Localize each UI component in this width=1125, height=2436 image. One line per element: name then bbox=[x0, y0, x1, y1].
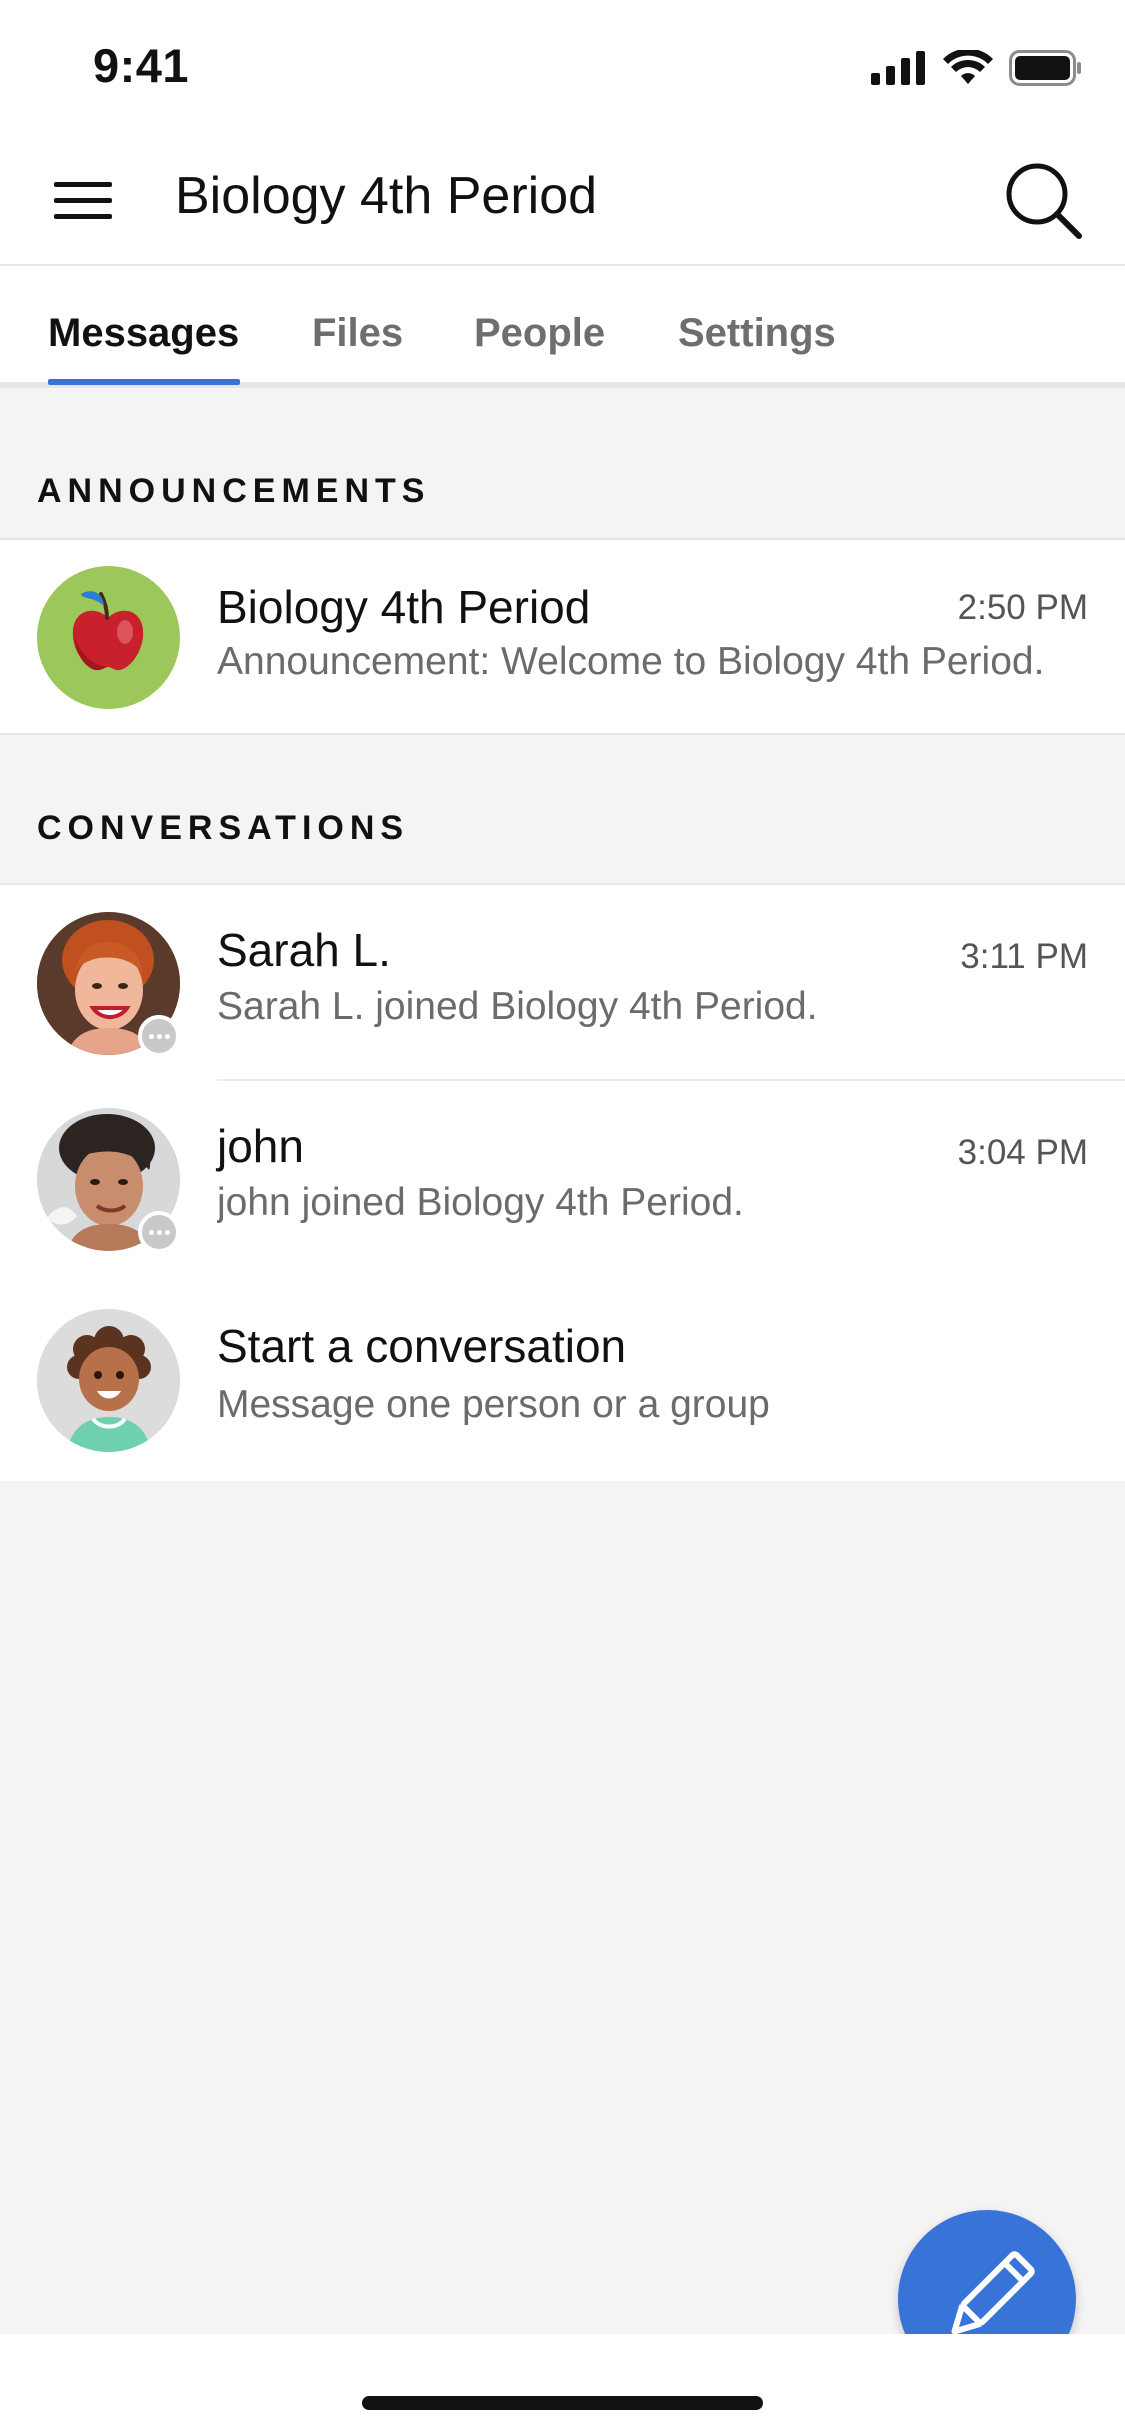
conversation-title: john bbox=[217, 1120, 304, 1172]
wifi-icon bbox=[943, 50, 993, 84]
announcement-row[interactable]: Biology 4th Period 2:50 PM Announcement:… bbox=[0, 540, 1125, 735]
start-conversation-avatar bbox=[37, 1309, 180, 1452]
conversation-time: 3:04 PM bbox=[957, 1133, 1088, 1172]
cellular-signal-icon bbox=[871, 51, 925, 85]
status-icons bbox=[871, 48, 1083, 88]
announcement-avatar bbox=[37, 566, 180, 709]
tab-messages[interactable]: Messages bbox=[48, 311, 239, 356]
start-conversation-title: Start a conversation bbox=[217, 1320, 627, 1372]
hamburger-menu-icon bbox=[54, 214, 112, 219]
announcement-time: 2:50 PM bbox=[957, 588, 1088, 627]
search-button[interactable] bbox=[1001, 158, 1085, 242]
home-indicator[interactable] bbox=[362, 2396, 763, 2410]
active-tab-indicator bbox=[48, 379, 240, 385]
conversation-row[interactable]: Sarah L. 3:11 PM Sarah L. joined Biology… bbox=[0, 885, 1125, 1081]
conversation-preview: john joined Biology 4th Period. bbox=[217, 1181, 744, 1224]
menu-button[interactable] bbox=[50, 172, 120, 228]
battery-icon bbox=[1009, 50, 1081, 86]
search-icon bbox=[1006, 163, 1082, 239]
conversation-time: 3:11 PM bbox=[960, 937, 1088, 976]
tab-settings[interactable]: Settings bbox=[678, 311, 836, 356]
start-conversation-row[interactable]: Start a conversation Message one person … bbox=[0, 1279, 1125, 1481]
conversations-section-header: CONVERSATIONS bbox=[0, 737, 1125, 885]
hamburger-menu-icon bbox=[54, 182, 112, 187]
conversation-preview: Sarah L. joined Biology 4th Period. bbox=[217, 985, 818, 1028]
presence-badge-icon bbox=[138, 1015, 180, 1057]
tab-bar: Messages Files People Settings bbox=[0, 266, 1125, 388]
conversations-header-label: CONVERSATIONS bbox=[37, 809, 410, 847]
home-indicator-area bbox=[0, 2334, 1125, 2436]
start-conversation-subtitle: Message one person or a group bbox=[217, 1383, 770, 1426]
page-title: Biology 4th Period bbox=[175, 167, 598, 225]
status-bar: 9:41 bbox=[0, 0, 1125, 132]
announcement-title: Biology 4th Period bbox=[217, 581, 591, 633]
person-avatar-icon bbox=[37, 1309, 180, 1452]
announcement-preview: Announcement: Welcome to Biology 4th Per… bbox=[217, 640, 1045, 683]
apple-icon bbox=[72, 591, 144, 671]
tab-files[interactable]: Files bbox=[312, 311, 403, 356]
app-header: Biology 4th Period bbox=[0, 132, 1125, 266]
announcements-section-header: ANNOUNCEMENTS bbox=[0, 392, 1125, 540]
conversation-title: Sarah L. bbox=[217, 924, 391, 976]
presence-badge-icon bbox=[138, 1211, 180, 1253]
announcements-header-label: ANNOUNCEMENTS bbox=[37, 472, 431, 510]
status-time: 9:41 bbox=[93, 39, 190, 92]
hamburger-menu-icon bbox=[54, 198, 112, 203]
tab-people[interactable]: People bbox=[474, 311, 605, 356]
conversation-row[interactable]: john 3:04 PM john joined Biology 4th Per… bbox=[0, 1081, 1125, 1279]
